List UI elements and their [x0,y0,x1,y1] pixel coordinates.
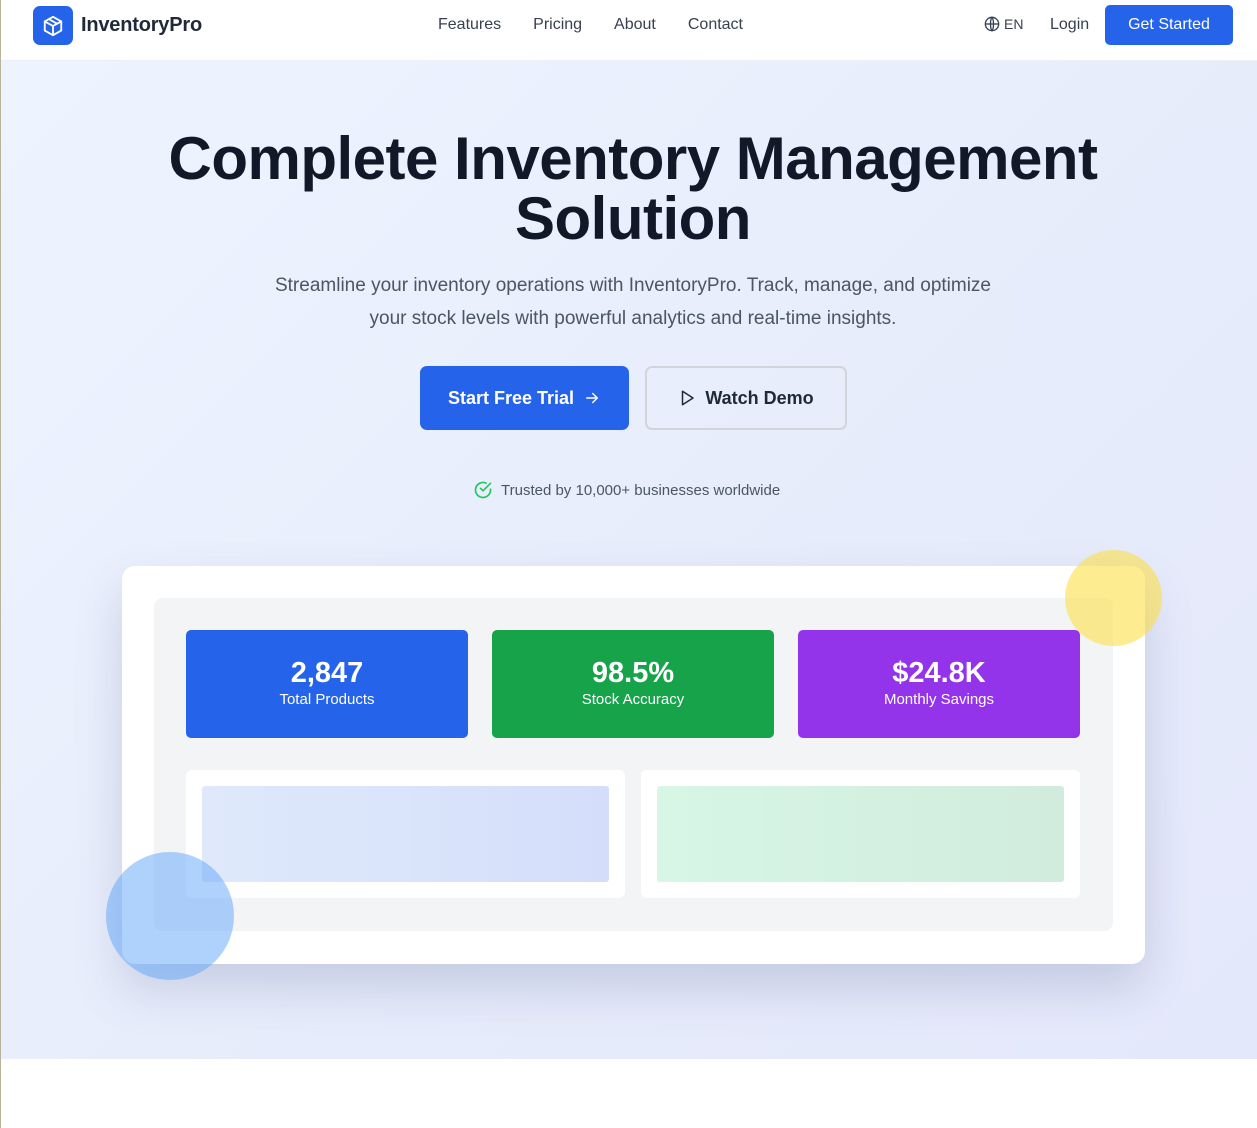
nav-link-pricing[interactable]: Pricing [533,16,582,34]
hero-section: Complete Inventory Management Solution S… [1,61,1257,1059]
trusted-text: Trusted by 10,000+ businesses worldwide [501,481,781,499]
brand-name: InventoryPro [81,14,202,36]
nav-links: Features Pricing About Contact [438,16,775,34]
stat-card-total-products: 2,847 Total Products [186,630,468,738]
placeholder-panel-left [186,770,625,898]
hero-title-line-2: Solution [515,185,751,252]
brand[interactable]: InventoryPro [33,6,202,45]
watch-demo-label: Watch Demo [705,387,814,408]
play-icon [678,389,696,407]
decorative-blue-circle [106,852,234,980]
placeholder-fill-blue [202,786,609,882]
box-icon [33,6,73,45]
globe-icon [984,16,1000,32]
decorative-yellow-circle [1065,550,1162,646]
hero-title-line-1: Complete Inventory Management [168,125,1098,192]
stat-label: Stock Accuracy [581,691,685,708]
hero-subtitle: Streamline your inventory operations wit… [251,269,1015,335]
stat-card-monthly-savings: $24.8K Monthly Savings [798,630,1080,738]
hero-subtitle-line-2: your stock levels with powerful analytic… [369,308,897,329]
trusted-badge: Trusted by 10,000+ businesses worldwide [473,480,780,500]
stat-label: Total Products [279,691,375,708]
stat-value: 2,847 [290,657,364,689]
hero-title: Complete Inventory Management Solution [1,129,1257,249]
nav-link-features[interactable]: Features [438,16,501,34]
start-free-trial-button[interactable]: Start Free Trial [420,366,629,430]
dashboard-preview-inner: 2,847 Total Products 98.5% Stock Accurac… [154,598,1113,931]
get-started-button[interactable]: Get Started [1105,5,1233,45]
nav-link-about[interactable]: About [614,16,656,34]
arrow-right-icon [583,389,601,407]
stat-value: 98.5% [591,657,675,689]
placeholder-panel-right [641,770,1080,898]
stat-label: Monthly Savings [883,691,995,708]
placeholder-fill-green [657,786,1064,882]
watch-demo-button[interactable]: Watch Demo [645,366,847,430]
language-selector[interactable]: EN [984,16,1023,32]
login-link[interactable]: Login [1050,16,1089,34]
nav-link-contact[interactable]: Contact [688,16,743,34]
language-label: EN [1004,16,1024,32]
dashboard-preview-card: 2,847 Total Products 98.5% Stock Accurac… [122,566,1145,964]
top-navbar: InventoryPro Features Pricing About Cont… [1,0,1257,61]
start-free-trial-label: Start Free Trial [447,387,575,408]
stat-value: $24.8K [892,657,986,689]
check-circle-icon [473,480,493,500]
stat-card-stock-accuracy: 98.5% Stock Accuracy [492,630,774,738]
hero-subtitle-line-1: Streamline your inventory operations wit… [274,275,992,296]
